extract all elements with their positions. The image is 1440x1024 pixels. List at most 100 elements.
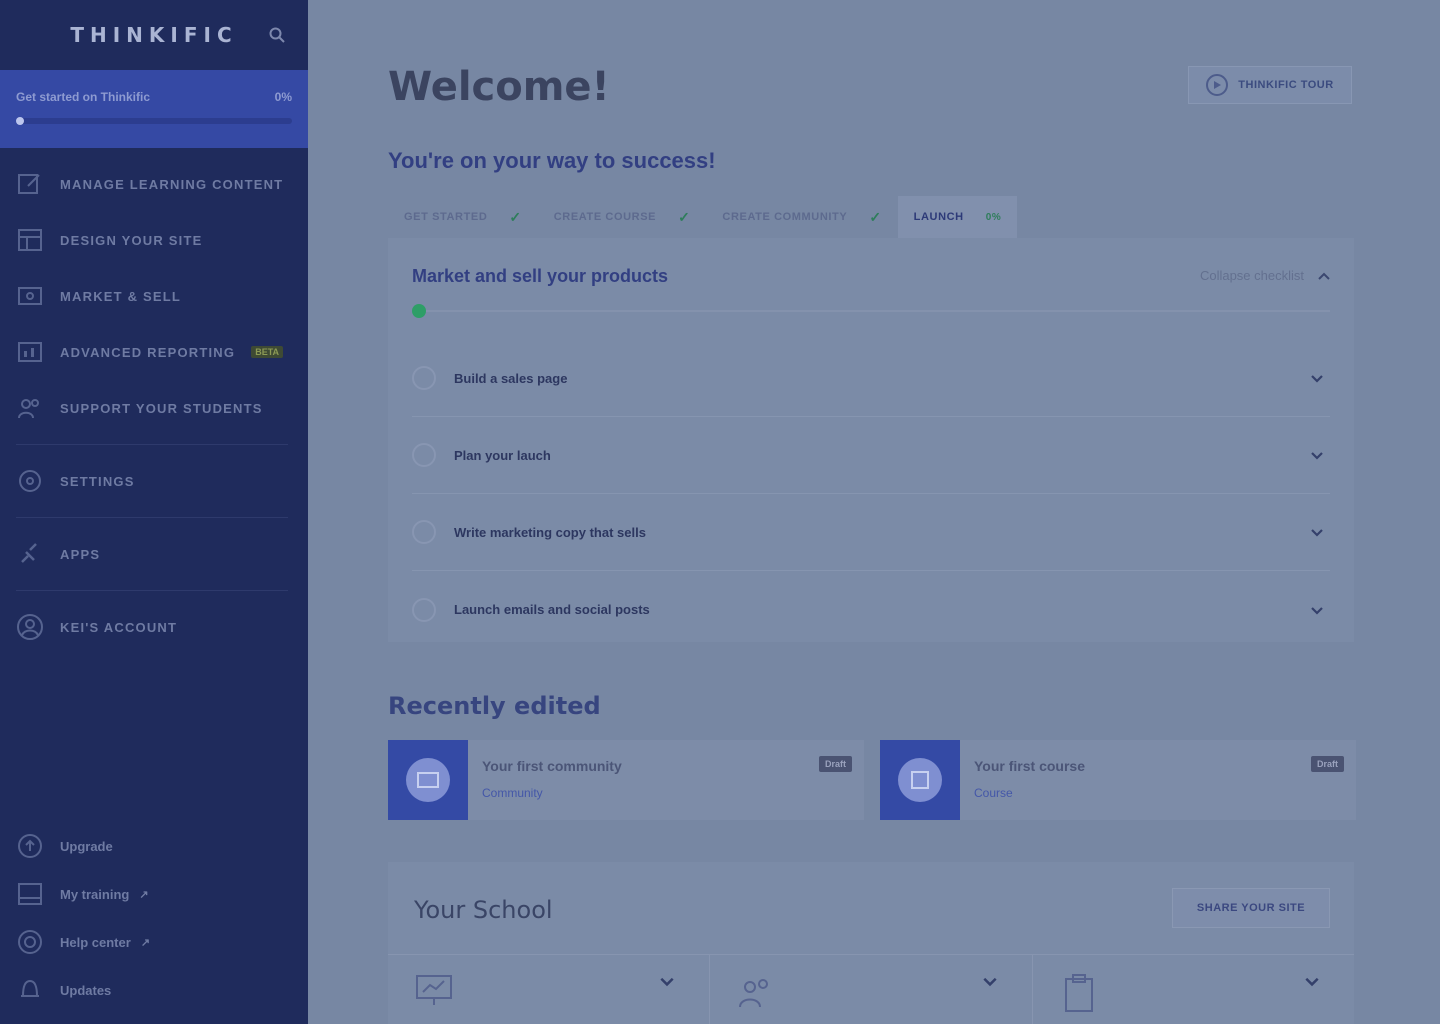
sidebar-item-design-your-site[interactable]: DESIGN YOUR SITE: [0, 212, 308, 268]
sidebar-item-apps[interactable]: APPS: [0, 526, 308, 582]
sidebar-item-label: DESIGN YOUR SITE: [60, 232, 203, 248]
checkbox-circle[interactable]: [412, 443, 436, 467]
collapse-checklist-button[interactable]: Collapse checklist: [1200, 268, 1330, 283]
play-icon: [1206, 74, 1229, 96]
chevron-down-icon[interactable]: [659, 973, 675, 989]
get-started-percent: 0%: [274, 90, 292, 104]
chevron-down-icon[interactable]: [1310, 603, 1324, 617]
sidebar-item-upgrade[interactable]: Upgrade: [0, 822, 308, 870]
onboarding-tabs: GET STARTED ✓ CREATE COURSE ✓ CREATE COM…: [388, 196, 1018, 238]
school-stat-card[interactable]: [388, 955, 711, 1024]
sidebar-item-advanced-reporting[interactable]: ADVANCED REPORTING BETA: [0, 324, 308, 380]
school-stat-card[interactable]: [710, 955, 1033, 1024]
chart-icon: [16, 338, 44, 366]
tab-label: GET STARTED: [404, 211, 488, 223]
recent-cards: Your first community Community Draft You…: [388, 740, 1356, 820]
school-stats: [388, 954, 1354, 1024]
thinkific-tour-button[interactable]: THINKIFIC TOUR: [1188, 66, 1352, 104]
sidebar-item-label: SUPPORT YOUR STUDENTS: [60, 400, 263, 416]
sidebar-item-market-sell[interactable]: MARKET & SELL: [0, 268, 308, 324]
get-started-progress-bar: [16, 117, 292, 125]
chevron-down-icon[interactable]: [1310, 525, 1324, 539]
check-icon: ✓: [678, 208, 691, 225]
bell-icon: [16, 976, 44, 1004]
share-your-site-button[interactable]: SHARE YOUR SITE: [1172, 888, 1330, 928]
checklist-item-label: Write marketing copy that sells: [454, 524, 646, 540]
sidebar-item-label: ADVANCED REPORTING: [60, 344, 236, 360]
draft-badge: Draft: [818, 756, 852, 772]
school-stat-card[interactable]: [1033, 955, 1354, 1024]
presentation-chart-icon: [416, 975, 452, 1005]
sidebar-item-updates[interactable]: Updates: [0, 966, 308, 1014]
recent-card-course[interactable]: Your first course Course Draft: [880, 740, 1356, 820]
checklist-item[interactable]: Build a sales page: [412, 340, 1330, 417]
tab-create-course[interactable]: CREATE COURSE ✓: [537, 196, 707, 238]
checklist-progress-bar: [412, 310, 1330, 312]
beta-badge: BETA: [251, 346, 284, 358]
sidebar-item-label: APPS: [60, 546, 101, 562]
main-content: Welcome! THINKIFIC TOUR You're on your w…: [308, 0, 1440, 1024]
checkbox-circle[interactable]: [412, 597, 436, 622]
sidebar-item-label: MANAGE LEARNING CONTENT: [60, 176, 284, 192]
checkbox-circle[interactable]: [412, 366, 436, 390]
checklist-item[interactable]: Plan your lauch: [412, 417, 1330, 494]
collapse-label: Collapse checklist: [1199, 268, 1304, 283]
brand-logo[interactable]: THINKIFIC: [70, 23, 237, 47]
tab-label: CREATE COMMUNITY: [722, 211, 848, 223]
sidebar-item-support-your-students[interactable]: SUPPORT YOUR STUDENTS: [0, 380, 308, 436]
chevron-down-icon[interactable]: [1310, 371, 1324, 385]
course-thumbnail: [880, 740, 960, 820]
draft-badge: Draft: [1310, 756, 1344, 772]
search-icon[interactable]: [268, 26, 286, 44]
sidebar-item-account[interactable]: KEI'S ACCOUNT: [0, 599, 308, 655]
tab-percent: 0%: [985, 211, 1002, 223]
tab-get-started[interactable]: GET STARTED ✓: [388, 196, 538, 238]
tag-icon: [16, 282, 44, 310]
sidebar-item-label: Help center: [60, 934, 131, 950]
recent-card-community[interactable]: Your first community Community Draft: [388, 740, 864, 820]
tab-launch[interactable]: LAUNCH 0%: [897, 196, 1018, 238]
sidebar: THINKIFIC Get started on Thinkific 0% MA…: [0, 0, 308, 1024]
course-icon: [898, 758, 942, 802]
sidebar-item-help-center[interactable]: Help center ↗: [0, 918, 308, 966]
sidebar-divider: [16, 590, 288, 591]
users-icon: [16, 394, 44, 422]
sidebar-item-settings[interactable]: SETTINGS: [0, 453, 308, 509]
subtitle: You're on your way to success!: [388, 148, 716, 173]
sidebar-divider: [16, 517, 288, 518]
card-title: Your first community: [482, 758, 622, 774]
checklist-item-label: Plan your lauch: [454, 447, 551, 463]
external-link-icon: ↗: [139, 888, 149, 901]
sidebar-item-label: Updates: [60, 982, 112, 998]
edit-icon: [16, 170, 44, 198]
recently-edited-title: Recently edited: [388, 692, 601, 720]
get-started-panel[interactable]: Get started on Thinkific 0%: [0, 70, 308, 148]
sidebar-bottom-nav: Upgrade My training ↗ Help center ↗ Upda…: [0, 822, 308, 1014]
chevron-down-icon[interactable]: [1304, 973, 1320, 989]
card-title: Your first course: [974, 758, 1085, 774]
checklist-item[interactable]: Launch emails and social posts: [412, 571, 1330, 648]
sidebar-item-label: MARKET & SELL: [60, 288, 182, 304]
school-title: Your School: [414, 896, 553, 924]
checklist-title: Market and sell your products: [412, 266, 669, 286]
sidebar-item-manage-learning-content[interactable]: MANAGE LEARNING CONTENT: [0, 156, 308, 212]
your-school-panel: Your School SHARE YOUR SITE: [388, 862, 1354, 1024]
sidebar-item-label: SETTINGS: [60, 473, 135, 489]
students-icon: [739, 979, 769, 1008]
checklist-item[interactable]: Write marketing copy that sells: [412, 494, 1330, 571]
tab-create-community[interactable]: CREATE COMMUNITY ✓: [706, 196, 898, 238]
sidebar-item-my-training[interactable]: My training ↗: [0, 870, 308, 918]
help-icon: [16, 928, 44, 956]
clipboard-icon: [1064, 974, 1093, 1012]
community-icon: [406, 758, 450, 802]
tab-label: LAUNCH: [913, 211, 964, 223]
community-thumbnail: [388, 740, 468, 820]
sidebar-nav: MANAGE LEARNING CONTENT DESIGN YOUR SITE…: [0, 156, 308, 655]
tab-label: CREATE COURSE: [553, 211, 657, 223]
upgrade-icon: [16, 832, 44, 860]
checkbox-circle[interactable]: [412, 520, 436, 544]
check-icon: ✓: [869, 208, 882, 225]
chevron-down-icon[interactable]: [1310, 448, 1324, 462]
chevron-down-icon[interactable]: [982, 973, 998, 989]
layout-icon: [16, 226, 44, 254]
